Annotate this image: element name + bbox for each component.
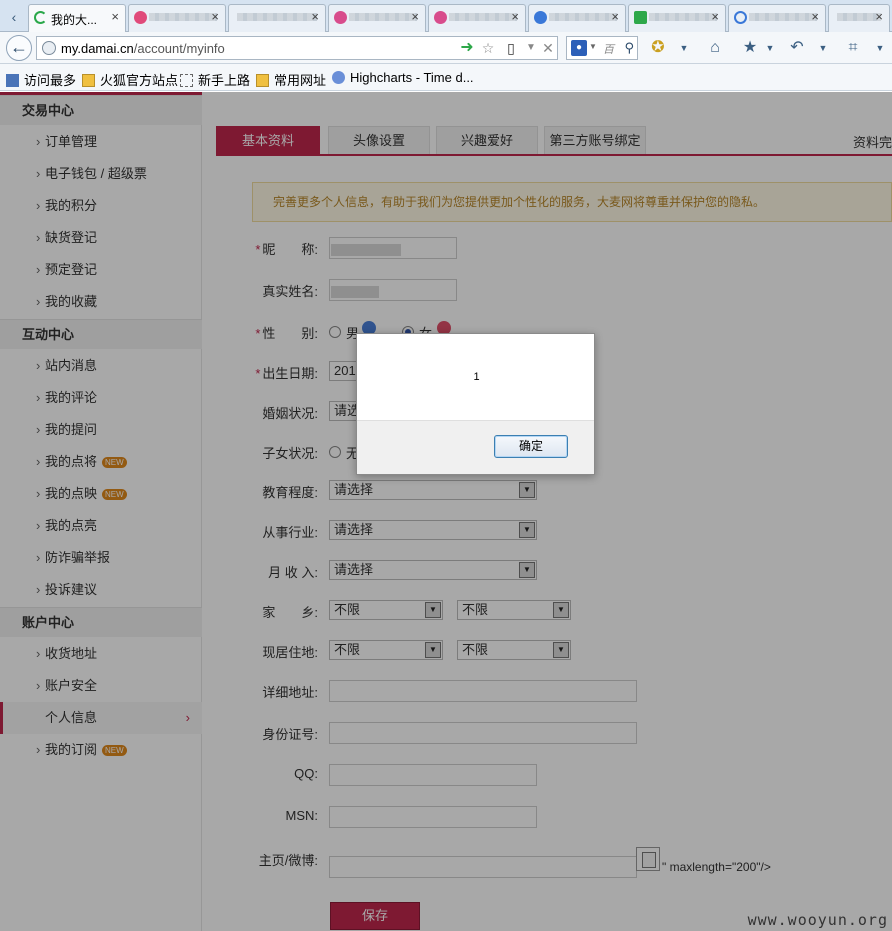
browser-tab[interactable]: × — [128, 4, 226, 32]
dropdown-arrow-icon[interactable]: ▼ — [870, 39, 890, 57]
browser-tab[interactable]: × — [228, 4, 326, 32]
dropdown-arrow-icon[interactable]: ▼ — [523, 40, 539, 56]
bookmark-firefox[interactable]: 火狐官方站点 — [82, 70, 178, 89]
close-tab-icon[interactable]: × — [611, 9, 619, 24]
bookmarks-menu-icon[interactable]: ★ — [740, 39, 760, 57]
bookmark-getting-started[interactable]: 新手上路 — [180, 70, 250, 89]
tab-title-blurred — [149, 13, 217, 21]
close-tab-icon[interactable]: × — [875, 9, 883, 24]
site-favicon-icon — [634, 11, 647, 24]
home-icon[interactable]: ⌂ — [705, 39, 725, 57]
dropdown-arrow-icon[interactable]: ▼ — [760, 39, 780, 57]
undo-icon[interactable]: ↶ — [787, 39, 807, 57]
close-tab-icon[interactable]: × — [511, 9, 519, 24]
alert-dialog: 1 确定 — [356, 333, 595, 475]
stop-icon[interactable]: ✕ — [540, 40, 556, 56]
browser-tab[interactable]: × — [828, 4, 890, 32]
site-favicon-icon — [334, 11, 347, 24]
tab-title-blurred — [649, 13, 717, 21]
site-favicon-icon — [734, 11, 747, 24]
browser-tab-bar: ‹ 我的大... × × × × × × × × × — [0, 0, 892, 32]
tab-title-blurred — [837, 13, 881, 21]
folder-icon — [256, 74, 269, 87]
browser-tab[interactable]: × — [428, 4, 526, 32]
url-text[interactable]: my.damai.cn/account/myinfo — [61, 41, 225, 56]
crop-icon[interactable]: ⌗ — [843, 39, 863, 57]
close-tab-icon[interactable]: × — [811, 9, 819, 24]
close-tab-icon[interactable]: × — [111, 9, 119, 24]
close-tab-icon[interactable]: × — [311, 9, 319, 24]
browser-tab[interactable]: × — [328, 4, 426, 32]
dropdown-arrow-icon[interactable]: ▼ — [589, 42, 597, 51]
bookmarks-bar: 访问最多 火狐官方站点 新手上路 常用网址 Highcharts - Time … — [0, 64, 892, 91]
alert-message: 1 — [473, 371, 480, 383]
close-tab-icon[interactable]: × — [211, 9, 219, 24]
bookmark-common-sites[interactable]: 常用网址 — [256, 70, 326, 89]
baidu-icon[interactable]: ● — [571, 40, 587, 56]
alert-footer: 确定 — [357, 420, 594, 474]
search-placeholder: 百 — [603, 44, 614, 56]
search-box[interactable]: ● ▼ 百 ⚲ — [566, 36, 638, 60]
tab-title-blurred — [349, 13, 417, 21]
browser-tab-active[interactable]: 我的大... × — [28, 4, 126, 32]
bookmark-star-icon[interactable]: ☆ — [480, 40, 496, 56]
watermark: www.wooyun.org — [747, 911, 888, 929]
dropdown-arrow-icon[interactable]: ▼ — [674, 39, 694, 57]
tab-title-blurred — [549, 13, 617, 21]
page-icon — [180, 74, 193, 87]
bookmark-most-visited[interactable]: 访问最多 — [6, 70, 76, 89]
mobile-icon[interactable]: ▯ — [503, 40, 519, 56]
tab-title-blurred — [749, 13, 817, 21]
tab-title-blurred — [449, 13, 517, 21]
highcharts-icon — [332, 71, 345, 84]
folder-icon — [82, 74, 95, 87]
go-arrow-icon[interactable]: ➜ — [459, 40, 475, 56]
dropdown-arrow-icon[interactable]: ▼ — [813, 39, 833, 57]
browser-tab[interactable]: × — [728, 4, 826, 32]
tab-title: 我的大... — [51, 13, 98, 27]
site-favicon-icon — [534, 11, 547, 24]
site-favicon-icon — [434, 11, 447, 24]
bookmark-highcharts[interactable]: Highcharts - Time d... — [332, 70, 474, 85]
tab-title-blurred — [237, 13, 317, 21]
tab-scroll-left-icon[interactable]: ‹ — [4, 6, 24, 28]
bookmark-folder-icon — [6, 74, 19, 87]
modal-overlay — [0, 92, 892, 931]
url-bar[interactable]: my.damai.cn/account/myinfo ➜ ☆ ▯ ▼ ✕ — [36, 36, 558, 60]
browser-nav-bar: ← my.damai.cn/account/myinfo ➜ ☆ ▯ ▼ ✕ ●… — [0, 32, 892, 64]
site-favicon-icon — [134, 11, 147, 24]
search-icon[interactable]: ⚲ — [624, 40, 634, 56]
globe-icon — [42, 41, 56, 55]
close-tab-icon[interactable]: × — [711, 9, 719, 24]
back-button[interactable]: ← — [6, 35, 32, 61]
browser-tab[interactable]: × — [628, 4, 726, 32]
close-tab-icon[interactable]: × — [411, 9, 419, 24]
addon-icon[interactable]: ✪ — [648, 39, 668, 57]
loading-icon — [34, 11, 47, 24]
browser-tab[interactable]: × — [528, 4, 626, 32]
ok-button[interactable]: 确定 — [494, 435, 568, 458]
